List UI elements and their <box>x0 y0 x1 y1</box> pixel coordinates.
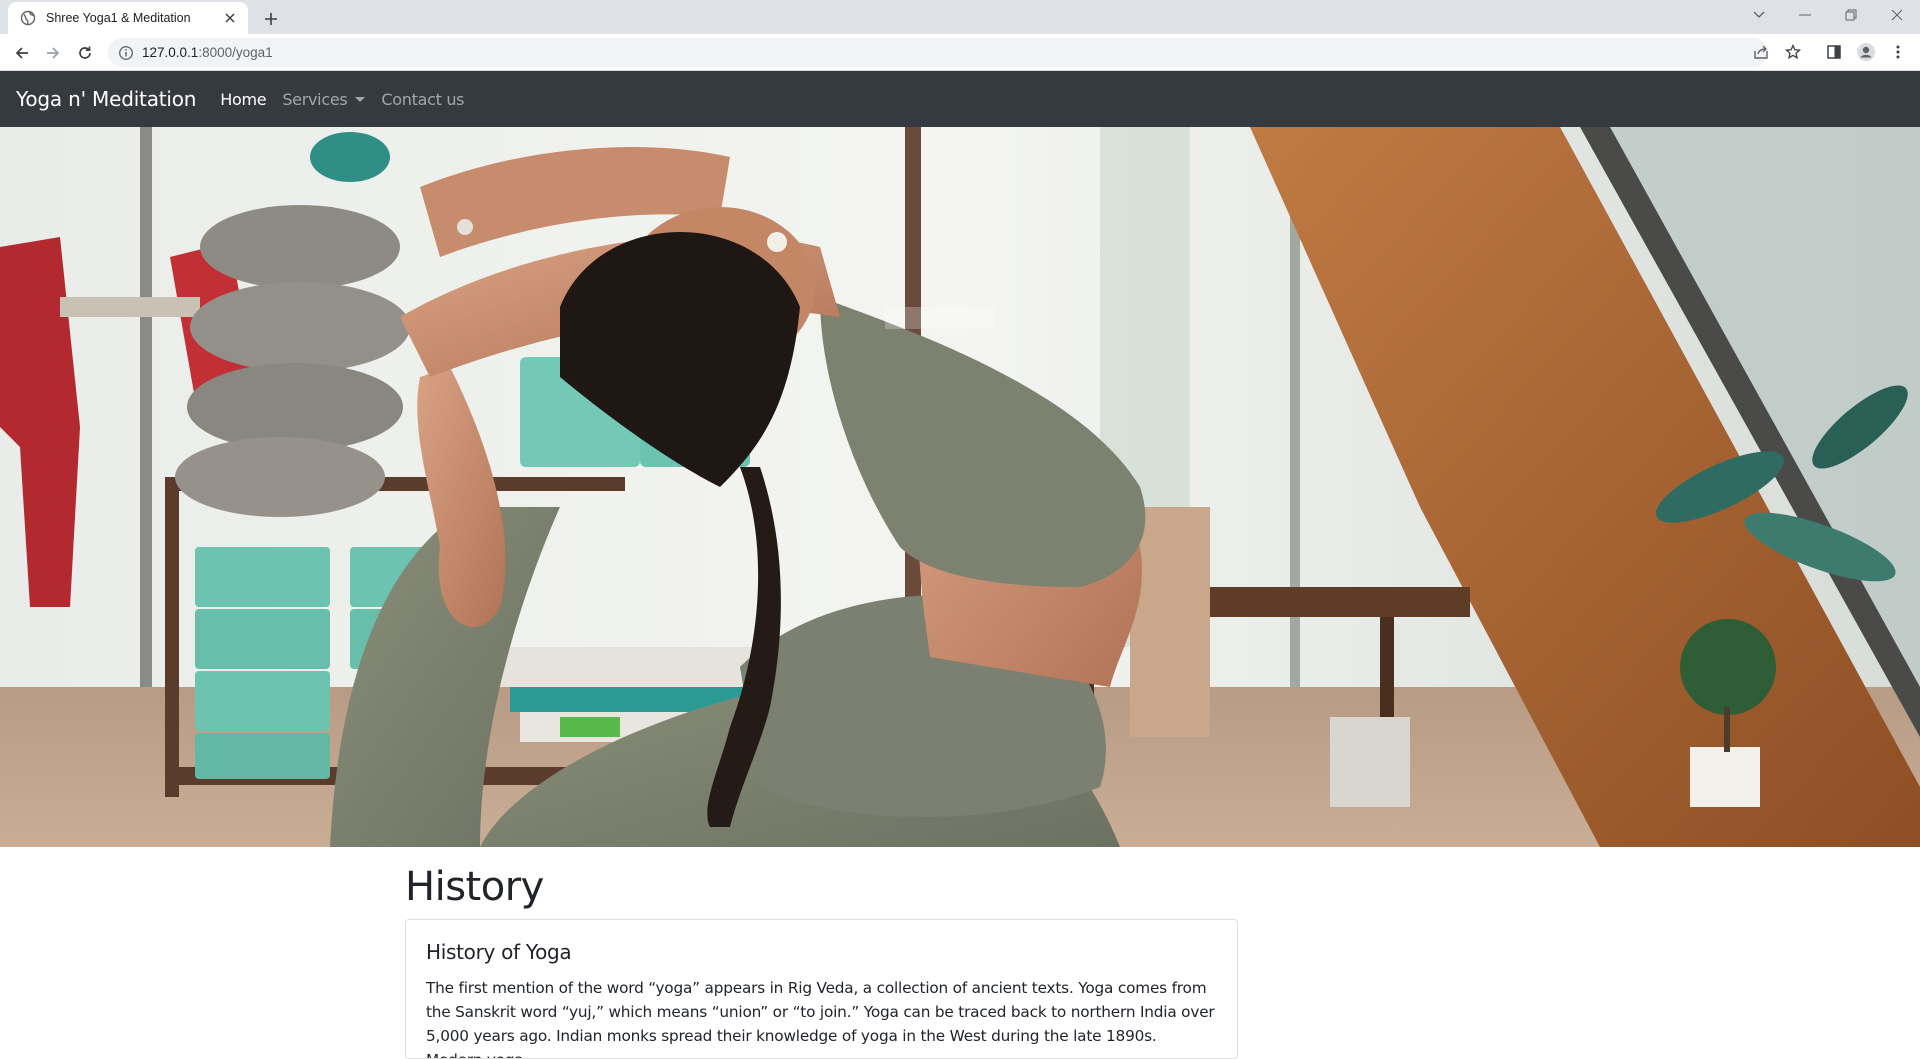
minimize-icon[interactable] <box>1782 0 1828 30</box>
url-host: 127.0.0.1 <box>142 45 199 60</box>
globe-icon <box>20 10 36 26</box>
nav-link-services-label: Services <box>282 89 348 109</box>
side-panel-icon[interactable] <box>1820 38 1848 66</box>
browser-toolbar: 127.0.0.1:8000/yoga1 <box>0 34 1920 71</box>
address-bar[interactable]: 127.0.0.1:8000/yoga1 <box>108 38 1768 67</box>
nav-link-contact[interactable]: Contact us <box>381 90 464 109</box>
close-window-icon[interactable] <box>1874 0 1920 30</box>
profile-icon[interactable] <box>1852 38 1880 66</box>
section-title: History <box>405 864 544 910</box>
card-text: The first mention of the word “yoga” app… <box>426 979 1215 1058</box>
browser-tab[interactable]: Shree Yoga1 & Meditation <box>8 2 248 34</box>
restore-icon[interactable] <box>1828 0 1874 30</box>
navbar-brand[interactable]: Yoga n' Meditation <box>16 87 196 111</box>
url-path: :8000/yoga1 <box>198 45 273 60</box>
nav-links: Home Services Contact us <box>220 90 480 109</box>
back-arrow-icon[interactable] <box>8 39 36 67</box>
kebab-menu-icon[interactable] <box>1884 38 1912 66</box>
reload-icon[interactable] <box>71 39 99 67</box>
card-title: History of Yoga <box>426 940 572 964</box>
info-icon[interactable] <box>118 45 134 61</box>
caret-down-icon <box>355 96 366 102</box>
close-icon[interactable] <box>222 10 238 26</box>
star-icon[interactable] <box>1779 38 1807 66</box>
forward-arrow-icon[interactable] <box>39 39 67 67</box>
share-icon[interactable] <box>1747 38 1775 66</box>
nav-link-home[interactable]: Home <box>220 90 266 109</box>
main-content: History History of Yoga The first mentio… <box>405 847 1238 1059</box>
nav-link-services[interactable]: Services <box>282 89 366 109</box>
tab-search-chevron-icon[interactable] <box>1736 0 1782 30</box>
tab-title: Shree Yoga1 & Meditation <box>46 11 191 25</box>
browser-tab-strip: Shree Yoga1 & Meditation <box>0 0 1920 34</box>
site-navbar: Yoga n' Meditation Home Services Contact… <box>0 71 1920 127</box>
plus-icon[interactable] <box>258 6 284 32</box>
history-card: History of Yoga The first mention of the… <box>405 919 1238 1059</box>
hero-photo <box>0 127 1920 847</box>
